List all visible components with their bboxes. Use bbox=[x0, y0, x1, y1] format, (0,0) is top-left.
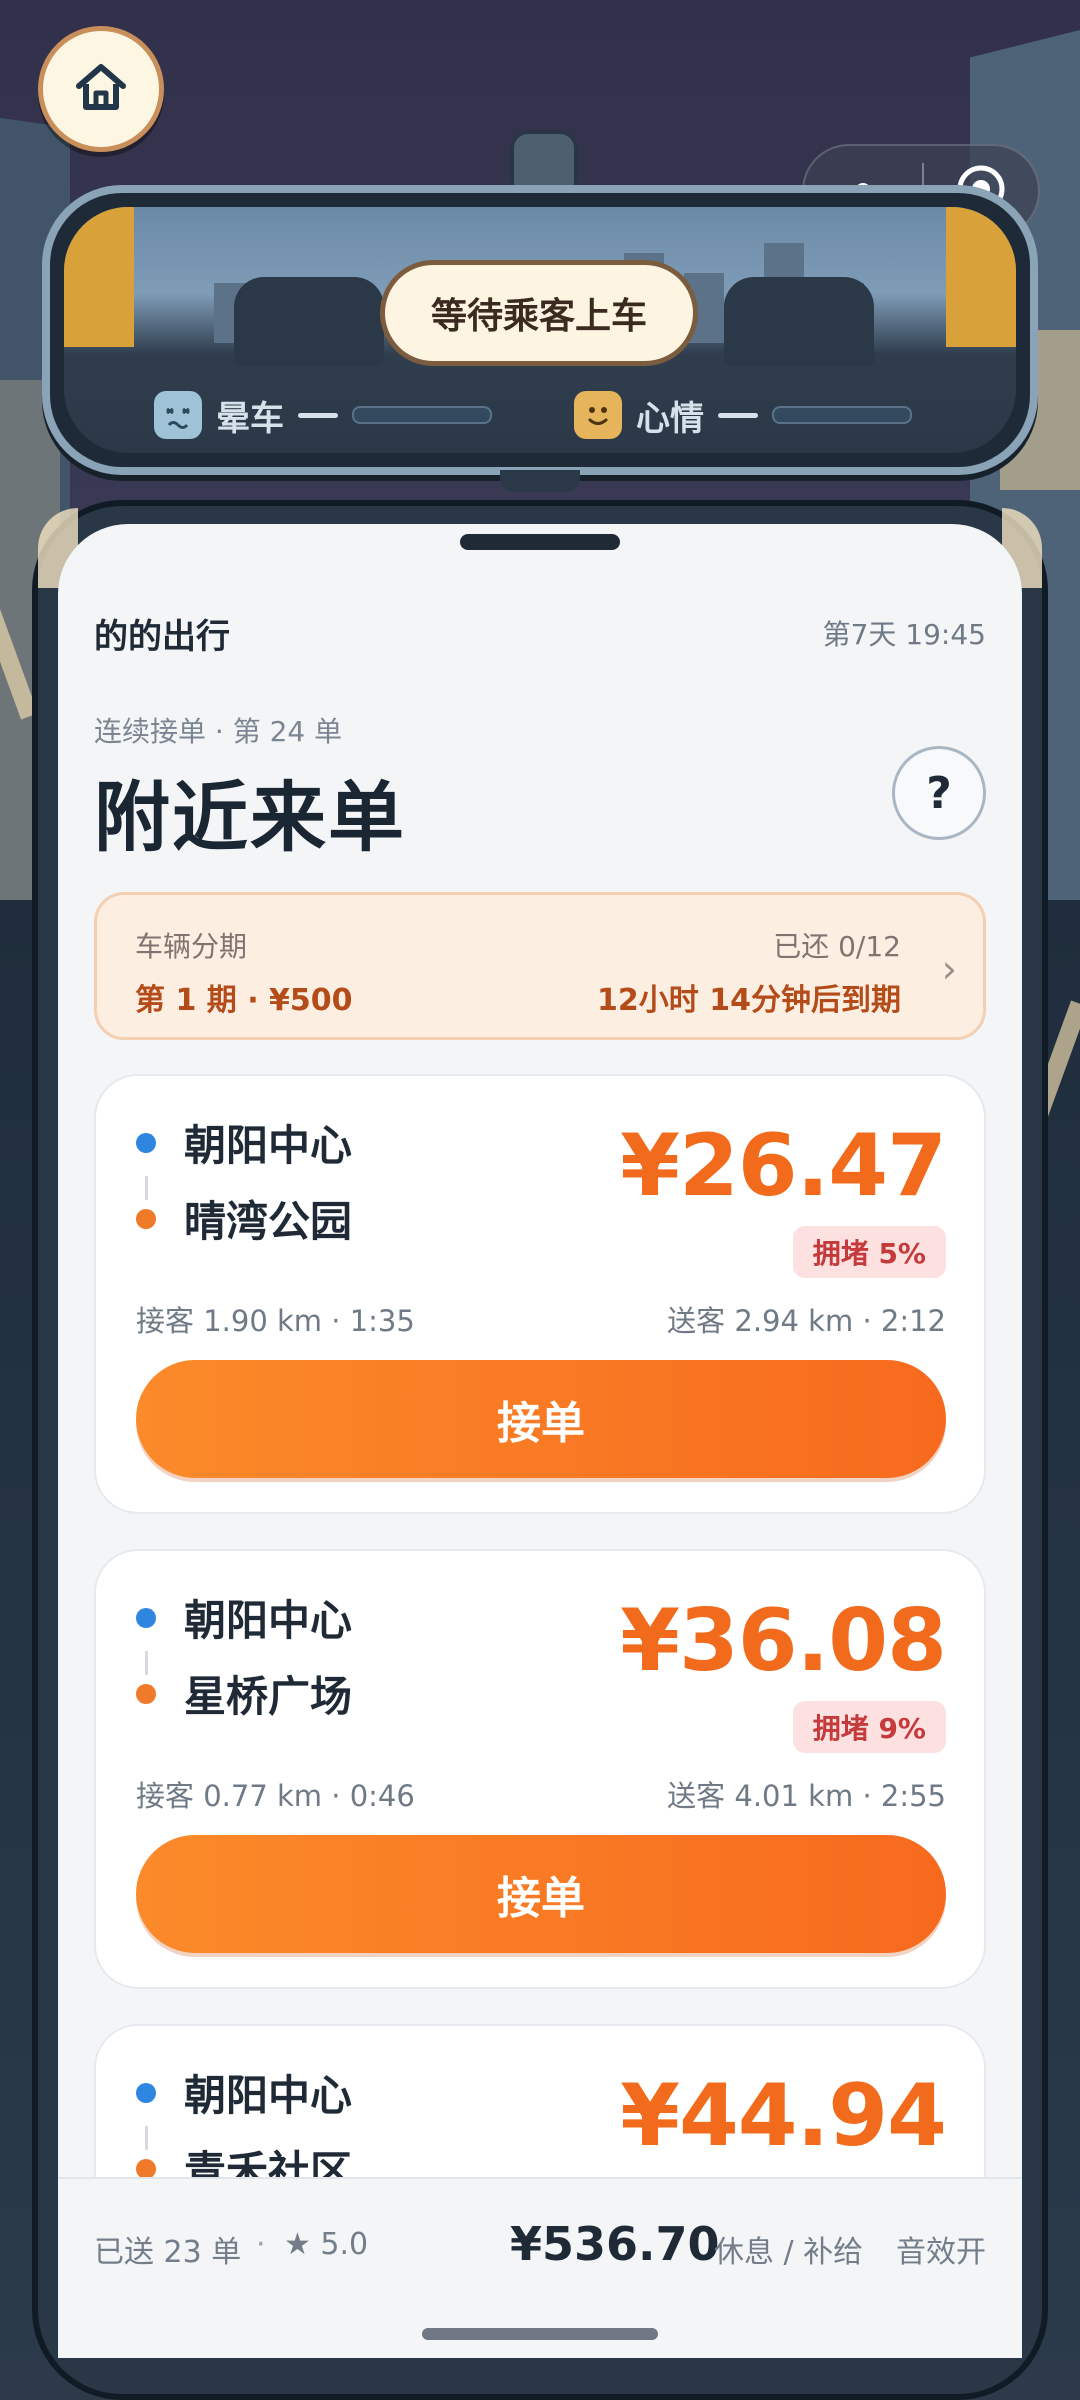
motion-sickness-bar bbox=[352, 406, 492, 424]
accept-order-button[interactable]: 接单 bbox=[136, 1360, 946, 1478]
help-button[interactable]: ? bbox=[892, 746, 986, 840]
mirror-clip bbox=[500, 470, 580, 492]
order-price: ¥26.47 bbox=[620, 1116, 947, 1216]
installment-label: 车辆分期 bbox=[135, 930, 248, 963]
destination-stop: 星桥广场 bbox=[136, 1663, 352, 1724]
dizzy-face-icon bbox=[154, 391, 202, 439]
car-pillar-left bbox=[64, 207, 134, 347]
order-card: 朝阳中心 星桥广场 ¥36.08 拥堵 9% 接客 0.77 km · 0:46… bbox=[94, 1549, 986, 1989]
dropoff-info: 送客 2.94 km · 2:12 bbox=[667, 1304, 946, 1338]
order-price: ¥44.94 bbox=[620, 2066, 947, 2166]
origin-stop: 朝阳中心 bbox=[136, 2062, 352, 2123]
vehicle-installment-card[interactable]: 车辆分期 第 1 期 · ¥500 已还 0/12 12小时 14分钟后到期 › bbox=[94, 892, 986, 1040]
congestion-badge: 拥堵 9% bbox=[792, 1701, 946, 1753]
destination-stop: 晴湾公园 bbox=[136, 1188, 352, 1249]
installment-paid: 已还 0/12 bbox=[773, 930, 901, 963]
total-earnings: ¥536.70 bbox=[510, 2217, 720, 2271]
origin-stop: 朝阳中心 bbox=[136, 1112, 352, 1173]
installment-amount: 第 1 期 · ¥500 bbox=[135, 983, 353, 1018]
installment-due: 12小时 14分钟后到期 bbox=[597, 983, 901, 1018]
phone-screen: 的的出行 第7天 19:45 连续接单 · 第 24 单 附近来单 ? 车辆分期… bbox=[58, 524, 1022, 2358]
game-day-time: 第7天 19:45 bbox=[822, 618, 986, 651]
origin-pin-icon bbox=[136, 1132, 156, 1153]
meter-dash bbox=[298, 412, 338, 418]
pickup-info: 接客 1.90 km · 1:35 bbox=[136, 1304, 415, 1338]
order-card: 朝阳中心 晴湾公园 ¥26.47 拥堵 5% 接客 1.90 km · 1:35… bbox=[94, 1074, 986, 1514]
destination-name: 晴湾公园 bbox=[184, 1197, 353, 1246]
app-header: 的的出行 第7天 19:45 bbox=[94, 608, 986, 658]
accept-order-button[interactable]: 接单 bbox=[136, 1835, 946, 1953]
origin-name: 朝阳中心 bbox=[184, 2071, 353, 2120]
mood-label: 心情 bbox=[636, 398, 704, 439]
home-icon bbox=[73, 59, 129, 119]
chevron-right-icon: › bbox=[941, 947, 957, 991]
congestion-badge: 拥堵 5% bbox=[792, 1226, 946, 1278]
mood-bar bbox=[772, 406, 912, 424]
origin-pin-icon bbox=[136, 2082, 156, 2103]
phone-speaker bbox=[460, 534, 620, 550]
destination-pin-icon bbox=[136, 1208, 156, 1229]
origin-name: 朝阳中心 bbox=[184, 1121, 353, 1170]
car-seat-right bbox=[724, 277, 874, 367]
ride-status-badge: 等待乘客上车 bbox=[380, 260, 698, 366]
home-button[interactable] bbox=[38, 26, 164, 152]
home-indicator[interactable] bbox=[422, 2328, 658, 2340]
order-streak: 连续接单 · 第 24 单 bbox=[94, 715, 343, 748]
delivered-count: 已送 23 单 bbox=[94, 2235, 242, 2270]
motion-sickness-label: 晕车 bbox=[216, 398, 284, 439]
origin-pin-icon bbox=[136, 1607, 156, 1628]
destination-pin-icon bbox=[136, 2158, 156, 2179]
driver-rating: ★ 5.0 bbox=[284, 2227, 369, 2262]
rest-supply-button[interactable]: 休息 / 补给 bbox=[714, 2227, 863, 2271]
sound-toggle[interactable]: 音效开 bbox=[896, 2227, 986, 2271]
destination-name: 星桥广场 bbox=[184, 1672, 353, 1721]
separator-dot: · bbox=[256, 2227, 266, 2262]
dropoff-info: 送客 4.01 km · 2:55 bbox=[667, 1779, 946, 1813]
smiley-face-icon bbox=[574, 391, 622, 439]
pickup-info: 接客 0.77 km · 0:46 bbox=[136, 1779, 415, 1813]
mood-meter: 心情 bbox=[574, 388, 912, 442]
meter-dash bbox=[718, 412, 758, 418]
origin-name: 朝阳中心 bbox=[184, 1596, 353, 1645]
order-price: ¥36.08 bbox=[620, 1591, 947, 1691]
page-title: 附近来单 bbox=[94, 773, 406, 862]
app-name: 的的出行 bbox=[94, 616, 230, 657]
origin-stop: 朝阳中心 bbox=[136, 1587, 352, 1648]
car-seat-left bbox=[234, 277, 384, 367]
car-pillar-right bbox=[946, 207, 1016, 347]
motion-sickness-meter: 晕车 bbox=[154, 388, 492, 442]
destination-pin-icon bbox=[136, 1683, 156, 1704]
